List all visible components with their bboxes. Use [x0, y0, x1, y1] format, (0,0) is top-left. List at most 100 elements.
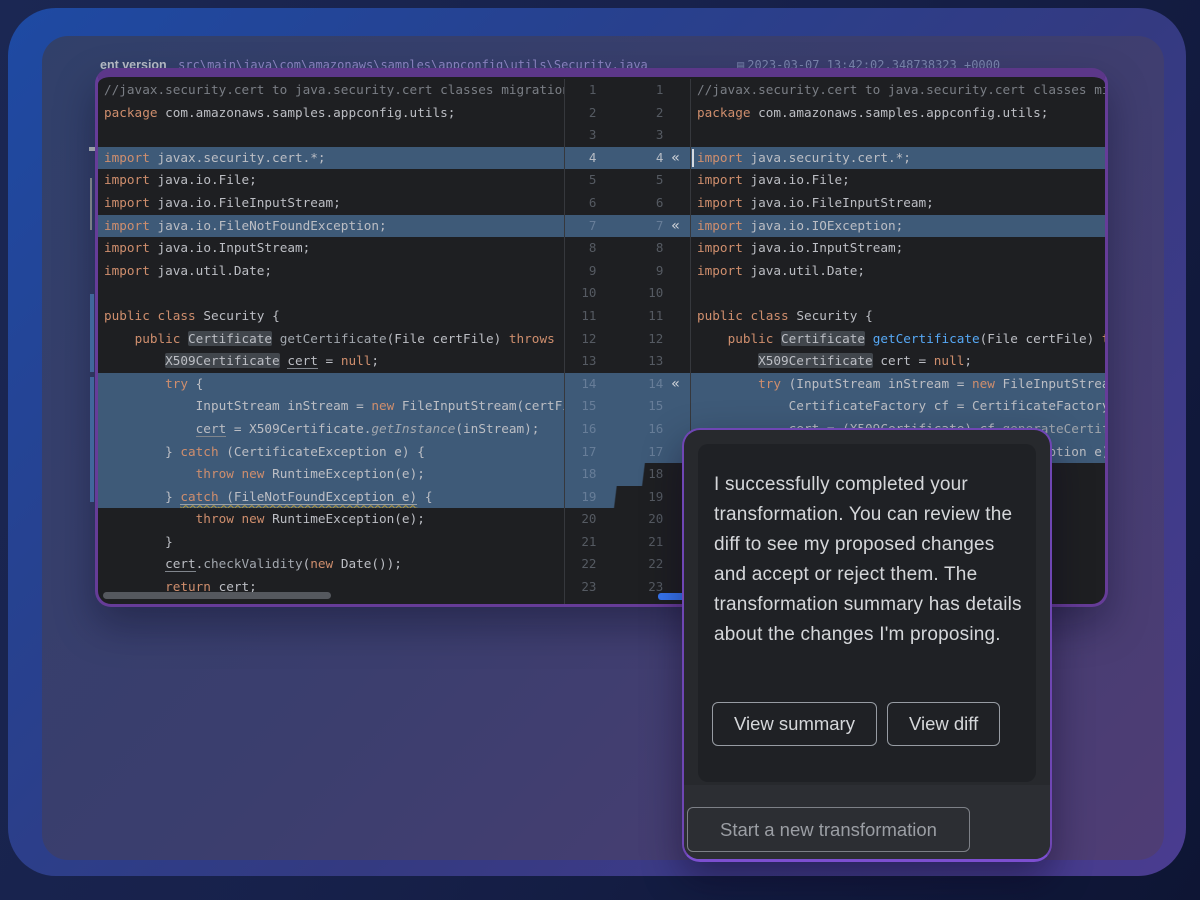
line-number-old: 6 [565, 192, 604, 215]
revert-change-icon[interactable]: « [671, 373, 690, 396]
revert-change-icon[interactable]: « [671, 147, 690, 170]
code-token [697, 353, 758, 368]
code-token: try [165, 376, 188, 391]
line-number-new: 15 [604, 395, 671, 418]
gutter-row: 1212 [565, 328, 690, 351]
code-token: import [697, 195, 743, 210]
code-token [104, 466, 196, 481]
code-token: Certificate [781, 331, 865, 346]
gutter-spacer [671, 328, 690, 351]
line-number-new: 7 [604, 215, 671, 238]
change-marker-tick [89, 147, 95, 151]
code-token: = [318, 353, 341, 368]
code-token [865, 331, 873, 346]
gutter-row: 1010 [565, 282, 690, 305]
line-number-new: 21 [604, 531, 671, 554]
code-token: import [697, 150, 743, 165]
code-token: { [188, 376, 203, 391]
gutter-spacer [671, 395, 690, 418]
code-token: java.io.FileNotFoundException; [150, 218, 387, 233]
change-marker-bar [90, 377, 94, 502]
line-number-old: 5 [565, 169, 604, 192]
gutter-spacer [671, 305, 690, 328]
code-line: X509Certificate cert = null; [98, 350, 564, 373]
code-token: class [157, 308, 195, 323]
gutter-spacer [671, 102, 690, 125]
code-token: package [104, 105, 157, 120]
line-number-old: 22 [565, 553, 604, 576]
code-line [691, 282, 1105, 305]
line-number-new: 1 [604, 79, 671, 102]
code-token: null [934, 353, 965, 368]
desktop-background: { "colors": { "accent_purple": "#6f46b4"… [0, 0, 1200, 900]
code-token: import [697, 218, 743, 233]
fold-bracket-marker [90, 178, 92, 230]
code-token: new [310, 556, 333, 571]
code-line: public Certificate getCertificate(File c… [691, 328, 1105, 351]
line-number-new: 4 [604, 147, 671, 170]
chat-panel: I successfully completed your transforma… [682, 428, 1052, 862]
code-token: { [417, 489, 432, 504]
gutter-spacer [671, 350, 690, 373]
code-line: cert.checkValidity(new Date()); [98, 553, 564, 576]
code-token: throws [1102, 331, 1105, 346]
change-marker-bar [90, 294, 94, 372]
line-number-new: 10 [604, 282, 671, 305]
code-token: getCertificate [873, 331, 980, 346]
code-line: X509Certificate cert = null; [691, 350, 1105, 373]
code-token: FileInputStream(certFile)) { [995, 376, 1105, 391]
code-token: } [104, 489, 180, 504]
gutter-row: 77« [565, 215, 690, 238]
view-summary-button[interactable]: View summary [712, 702, 877, 746]
code-line: import java.io.File; [691, 169, 1105, 192]
line-number-old: 10 [565, 282, 604, 305]
gutter-row: 1616 [565, 418, 690, 441]
code-token [272, 331, 280, 346]
code-line: InputStream inStream = new FileInputStre… [98, 395, 564, 418]
code-token: cert = [873, 353, 934, 368]
code-token: (InputStream inStream = [781, 376, 972, 391]
code-token [697, 376, 758, 391]
code-token: public [728, 331, 774, 346]
gutter-row: 1717 [565, 441, 690, 464]
line-number-old: 16 [565, 418, 604, 441]
code-line [691, 124, 1105, 147]
start-new-transformation-button[interactable]: Start a new transformation [687, 807, 970, 852]
code-token: java.util.Date; [743, 263, 865, 278]
code-line: public Certificate getCertificate(File c… [98, 328, 564, 351]
gutter-row: 1313 [565, 350, 690, 373]
line-number-old: 1 [565, 79, 604, 102]
gutter-row: 44« [565, 147, 690, 170]
code-line: //javax.security.cert to java.security.c… [691, 79, 1105, 102]
code-token: ; [964, 353, 972, 368]
line-number-old: 7 [565, 215, 604, 238]
code-token: getCertificate [280, 331, 387, 346]
code-token [773, 331, 781, 346]
code-line: throw new RuntimeException(e); [98, 463, 564, 486]
line-number-new: 19 [604, 486, 671, 509]
line-number-new: 22 [604, 553, 671, 576]
code-token: import [104, 240, 150, 255]
code-token: InputStream inStream = [104, 398, 371, 413]
code-line: } catch (CertificateException e) { [98, 441, 564, 464]
revert-change-icon[interactable]: « [671, 215, 690, 238]
code-line: //javax.security.cert to java.security.c… [98, 79, 564, 102]
code-token: Certificate [188, 331, 272, 346]
code-token: catch [180, 444, 218, 459]
view-diff-button[interactable]: View diff [887, 702, 1000, 746]
line-number-old: 23 [565, 576, 604, 599]
line-number-new: 5 [604, 169, 671, 192]
code-line: try { [98, 373, 564, 396]
code-token: RuntimeException(e); [264, 511, 424, 526]
gutter-row: 88 [565, 237, 690, 260]
code-line: } [98, 531, 564, 554]
code-line [98, 124, 564, 147]
gutter-row: 2121 [565, 531, 690, 554]
code-token: Security { [196, 308, 280, 323]
code-token: Date()); [333, 556, 402, 571]
line-number-new: 2 [604, 102, 671, 125]
left-pane-horizontal-scrollbar[interactable] [103, 592, 331, 599]
line-number-new: 11 [604, 305, 671, 328]
code-token: javax.security.cert.*; [150, 150, 326, 165]
code-token: Security { [789, 308, 873, 323]
